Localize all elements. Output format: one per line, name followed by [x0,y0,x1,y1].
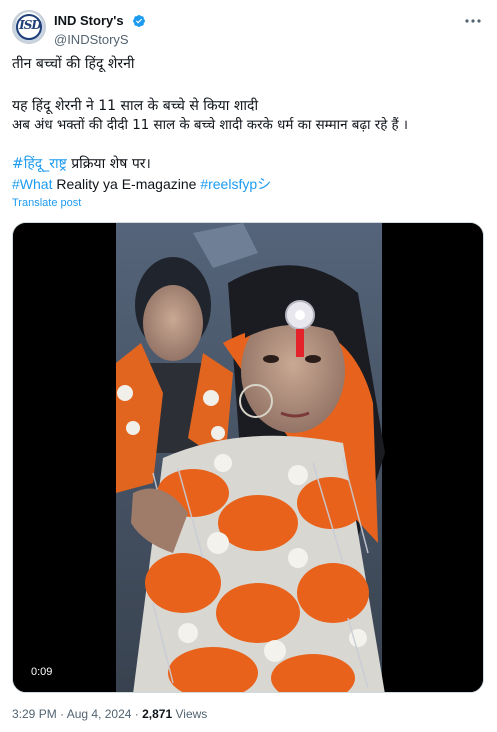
views-label: Views [172,707,208,721]
post-line-2: यह हिंदू शेरनी ने 11 साल के बच्चे से किय… [12,98,259,114]
author-handle[interactable]: @INDStoryS [54,32,146,47]
hashtag-hindu-rashtra[interactable]: #हिंदू_राष्ट्र [12,156,67,172]
post-text-paragraph-2: यह हिंदू शेरनी ने 11 साल के बच्चे से किय… [12,96,482,136]
more-options-icon[interactable] [463,14,483,28]
post-line-1: तीन बच्चों की हिंदू शेरनी [12,56,135,72]
hashtag-reelsfyp[interactable]: #reelsfypシ [200,176,271,192]
post-header: ISD IND Story's @INDStoryS [12,10,485,47]
views-count: 2,871 [142,707,173,721]
post-line-5: #What Reality ya E-magazine #reelsfypシ [12,174,482,194]
avatar[interactable]: ISD [12,10,46,44]
verified-badge-icon [132,14,145,27]
translate-post-link[interactable]: Translate post [12,197,81,209]
post-line-5-text: Reality ya E-magazine [52,176,201,192]
post-date[interactable]: Aug 4, 2024 [67,707,132,721]
meta-separator-2: · [131,707,143,721]
video-duration-badge: 0:09 [25,664,59,680]
post-line-4-text: प्रक्रिया शेष पर। [66,156,151,172]
avatar-monogram: ISD [19,18,42,32]
author-display-name[interactable]: IND Story's [54,13,124,28]
post-text-paragraph-3: #हिंदू_राष्ट्र प्रक्रिया शेष पर। #What R… [12,154,482,194]
post-line-3: अब अंध भक्तों की दीदी 11 साल के बच्चे शा… [12,118,409,133]
meta-separator-1: · [56,707,67,721]
video-player[interactable]: 0:09 [12,222,484,693]
post-metadata: 3:29 PM · Aug 4, 2024 · 2,871 Views [12,707,207,721]
post-time[interactable]: 3:29 PM [12,707,57,721]
hashtag-what[interactable]: #What [12,176,52,192]
post-line-4: #हिंदू_राष्ट्र प्रक्रिया शेष पर। [12,154,482,174]
author-names: IND Story's @INDStoryS [54,10,146,47]
video-frame [13,223,483,692]
post-text: तीन बच्चों की हिंदू शेरनी [12,54,482,74]
